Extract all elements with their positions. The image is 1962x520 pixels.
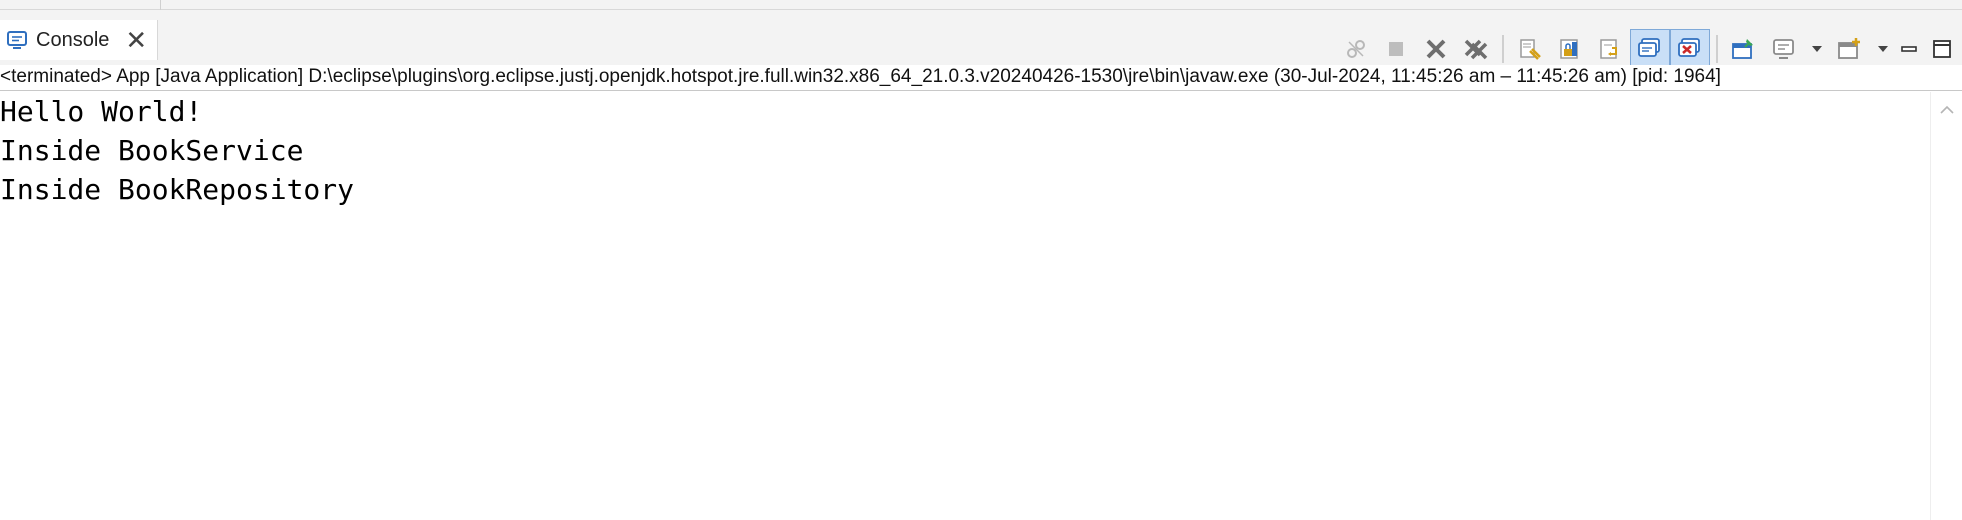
process-status-line: <terminated> App [Java Application] D:\e… xyxy=(0,65,1962,91)
show-on-stdout-icon[interactable] xyxy=(1630,29,1670,69)
console-toolbar xyxy=(1336,28,1962,70)
tab-console[interactable]: Console ✕ xyxy=(0,20,158,60)
tab-console-label: Console xyxy=(36,28,110,51)
console-line: Inside BookService xyxy=(0,134,304,167)
maximize-icon[interactable] xyxy=(1922,29,1962,69)
chevron-up-icon[interactable] xyxy=(1939,100,1955,121)
console-line: Hello World! xyxy=(0,95,203,128)
top-strip xyxy=(0,0,1962,10)
toolbar-separator xyxy=(1502,35,1504,63)
close-icon[interactable]: ✕ xyxy=(125,27,147,53)
pin-console-icon[interactable] xyxy=(1724,29,1764,69)
chevron-down-icon[interactable] xyxy=(1870,29,1896,69)
chevron-down-icon[interactable] xyxy=(1804,29,1830,69)
scroll-lock-icon[interactable] xyxy=(1550,29,1590,69)
vertical-scrollbar[interactable] xyxy=(1930,92,1962,520)
remove-launch-icon[interactable] xyxy=(1416,29,1456,69)
toolbar-separator xyxy=(1716,35,1718,63)
console-line: Inside BookRepository xyxy=(0,173,355,206)
minimize-icon[interactable] xyxy=(1896,29,1922,69)
clear-console-icon[interactable] xyxy=(1510,29,1550,69)
console-icon xyxy=(4,20,30,60)
remove-all-terminated-icon[interactable] xyxy=(1456,29,1496,69)
word-wrap-icon[interactable] xyxy=(1590,29,1630,69)
view-sash[interactable] xyxy=(160,0,161,10)
console-output[interactable]: Hello World! Inside BookService Inside B… xyxy=(0,92,1930,520)
terminate-icon[interactable] xyxy=(1376,29,1416,69)
display-selected-console-icon[interactable] xyxy=(1764,29,1804,69)
disconnect-icon[interactable] xyxy=(1336,29,1376,69)
show-on-stderr-icon[interactable] xyxy=(1670,29,1710,69)
console-view-tabbar: Console ✕ xyxy=(0,10,1962,69)
open-console-icon[interactable] xyxy=(1830,29,1870,69)
